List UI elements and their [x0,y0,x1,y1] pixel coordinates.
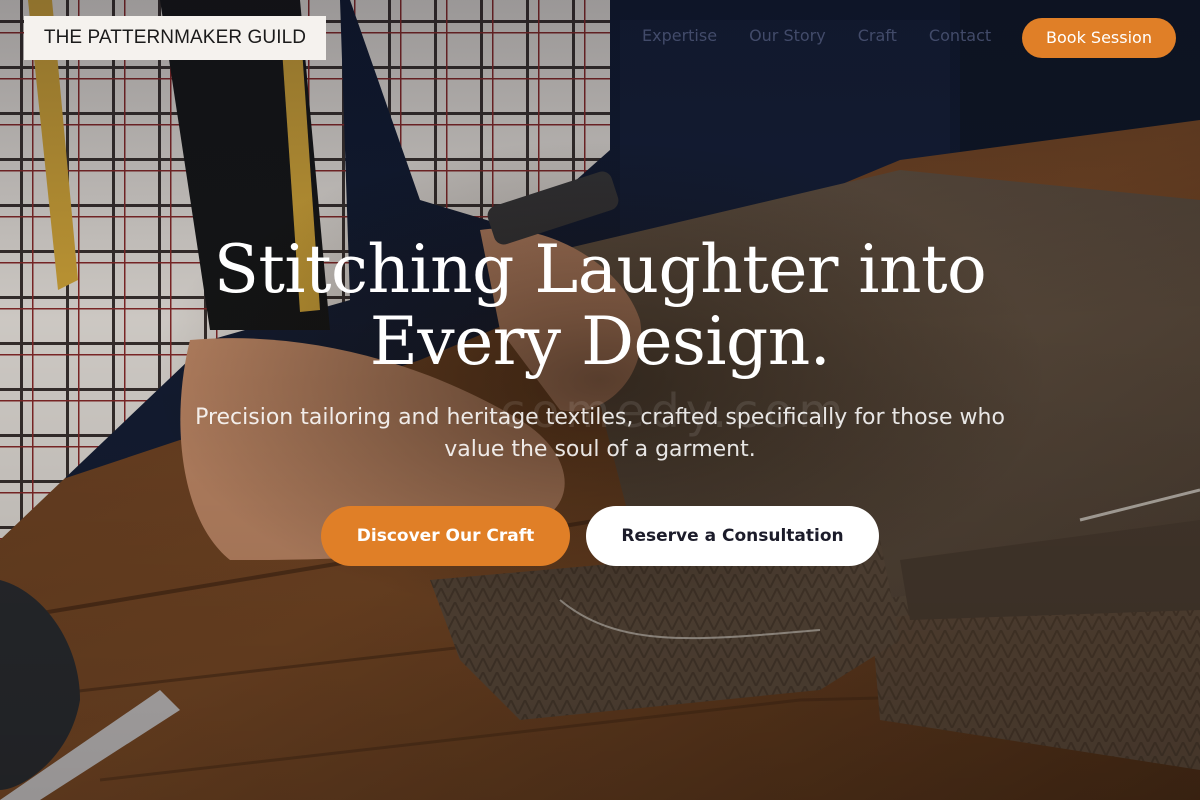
hero-title-line-2: Every Design. [369,303,831,380]
hero-title: Stitching Laughter into Every Design. [100,234,1100,378]
discover-craft-button[interactable]: Discover Our Craft [321,506,570,566]
nav-item-contact[interactable]: Contact [929,26,991,45]
nav-item-expertise[interactable]: Expertise [642,26,717,45]
nav-item-craft[interactable]: Craft [858,26,897,45]
main-nav: Expertise Our Story Craft Contact [642,26,991,45]
hero-subtitle-line-1: Precision tailoring and heritage textile… [195,405,1005,430]
hero-title-line-1: Stitching Laughter into [213,231,987,308]
reserve-consultation-button[interactable]: Reserve a Consultation [586,506,879,566]
book-session-button[interactable]: Book Session [1022,18,1176,58]
hero-subtitle: Precision tailoring and heritage textile… [160,402,1040,466]
brand-logo[interactable]: THE PATTERNMAKER GUILD [24,16,326,60]
nav-item-our-story[interactable]: Our Story [749,26,826,45]
hero-subtitle-line-2: value the soul of a garment. [444,437,756,462]
